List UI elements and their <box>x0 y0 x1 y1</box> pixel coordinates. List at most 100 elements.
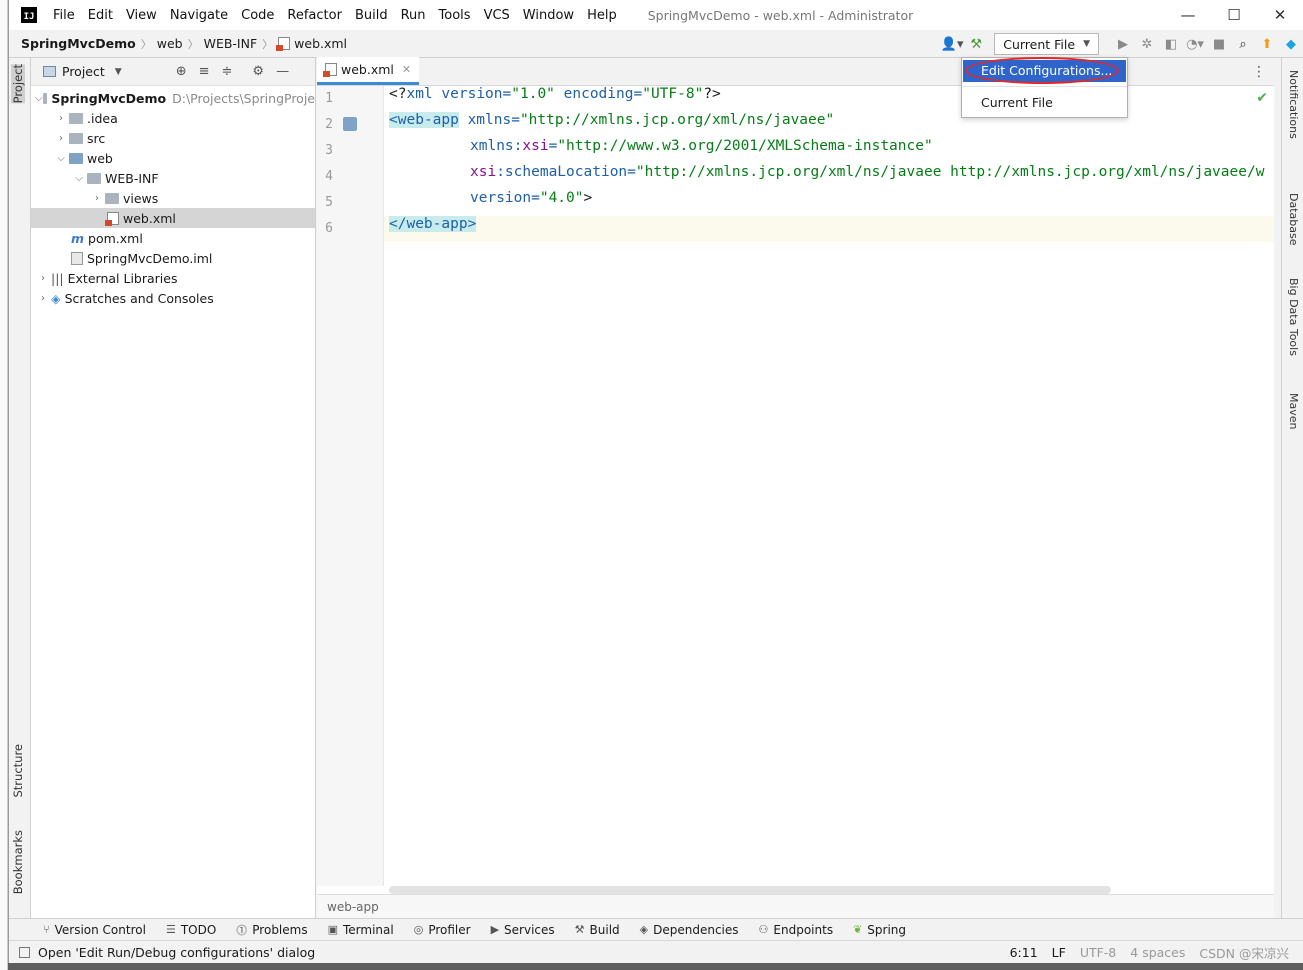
chevron-right-icon[interactable]: › <box>89 193 105 204</box>
jetbrains-icon[interactable]: ◆ <box>1279 32 1303 56</box>
tab-bookmarks[interactable]: Bookmarks <box>11 830 25 894</box>
maximize-button[interactable]: ☐ <box>1211 0 1257 30</box>
menu-file[interactable]: File <box>53 8 75 23</box>
chevron-down-icon[interactable]: ⌵ <box>71 173 87 184</box>
update-icon[interactable]: ⬆ <box>1255 32 1279 56</box>
menu-tools[interactable]: Tools <box>439 8 471 23</box>
locate-icon[interactable]: ⊕ <box>176 64 187 79</box>
tree-item-web[interactable]: ⌵ web <box>31 148 315 168</box>
tab-database[interactable]: Database <box>1287 193 1300 246</box>
xml-file-icon <box>276 37 291 51</box>
tree-item-label: pom.xml <box>88 230 143 246</box>
line-separator[interactable]: LF <box>1052 945 1066 960</box>
tool-terminal[interactable]: ▣ Terminal <box>328 923 394 937</box>
tree-item-views[interactable]: › views <box>31 188 315 208</box>
search-icon[interactable]: ⌕ <box>1231 32 1255 56</box>
editor-tabs: web.xml ✕ <box>317 57 1274 86</box>
tab-maven[interactable]: Maven <box>1287 393 1300 429</box>
tree-item-iml[interactable]: SpringMvcDemo.iml <box>31 248 315 268</box>
tree-item-pom[interactable]: m pom.xml <box>31 228 315 248</box>
menu-navigate[interactable]: Navigate <box>170 8 228 23</box>
expand-all-icon[interactable]: ≡ <box>199 64 210 79</box>
tool-dependencies[interactable]: ◈ Dependencies <box>640 923 739 937</box>
tab-structure[interactable]: Structure <box>11 744 25 798</box>
tree-item-web-xml[interactable]: web.xml <box>31 208 315 228</box>
run-config-label: Current File <box>1003 36 1076 52</box>
tree-item-label: External Libraries <box>67 270 178 286</box>
tool-build[interactable]: ⚒ Build <box>575 923 620 937</box>
tab-notifications[interactable]: Notifications <box>1287 70 1300 139</box>
tree-item-external-libraries[interactable]: › ||| External Libraries <box>31 268 315 288</box>
tab-web-xml[interactable]: web.xml ✕ <box>317 57 420 85</box>
project-panel-title[interactable]: Project <box>62 64 105 79</box>
web-deployment-gutter-icon[interactable] <box>343 117 357 131</box>
editor-breadcrumb[interactable]: web-app <box>317 894 1274 918</box>
chevron-down-icon[interactable]: ▼ <box>115 67 122 77</box>
hammer-icon[interactable]: ⚒ <box>964 32 988 56</box>
background-window-edge <box>0 0 8 970</box>
tree-item-label: web.xml <box>123 210 176 226</box>
folder-icon <box>42 92 48 104</box>
menu-code[interactable]: Code <box>241 8 274 23</box>
tool-services[interactable]: ▶ Services <box>491 923 555 937</box>
hide-icon[interactable]: — <box>276 64 289 79</box>
menu-edit[interactable]: Edit <box>88 8 113 23</box>
breadcrumb-web-inf[interactable]: WEB-INF <box>204 36 258 51</box>
chevron-down-icon[interactable]: ⌵ <box>35 93 43 104</box>
menu-refactor[interactable]: Refactor <box>287 8 342 23</box>
tool-todo[interactable]: ☰ TODO <box>166 923 216 937</box>
tree-item-scratches[interactable]: › ◈ Scratches and Consoles <box>31 288 315 308</box>
menu-vcs[interactable]: VCS <box>484 8 510 23</box>
file-encoding[interactable]: UTF-8 <box>1080 945 1116 960</box>
menu-window[interactable]: Window <box>523 8 574 23</box>
close-button[interactable]: ✕ <box>1257 0 1303 30</box>
chevron-right-icon[interactable]: › <box>35 273 51 284</box>
debug-icon[interactable]: ✲ <box>1135 32 1159 56</box>
tool-profiler[interactable]: ◎ Profiler <box>414 923 471 937</box>
breadcrumb-project[interactable]: SpringMvcDemo <box>21 36 136 51</box>
current-file-item[interactable]: Current File <box>963 92 1126 114</box>
menu-view[interactable]: View <box>126 8 157 23</box>
menu-build[interactable]: Build <box>355 8 388 23</box>
tree-item-project-root[interactable]: ⌵ SpringMvcDemo D:\Projects\SpringProje <box>31 88 315 108</box>
collapse-all-icon[interactable]: ≑ <box>222 64 233 79</box>
tool-endpoints[interactable]: ⚇ Endpoints <box>759 923 834 937</box>
close-icon[interactable]: ✕ <box>402 63 411 76</box>
edit-configurations-item[interactable]: Edit Configurations... <box>963 60 1126 82</box>
gear-icon[interactable]: ⚙ <box>252 64 264 79</box>
indent-setting[interactable]: 4 spaces <box>1130 945 1185 960</box>
tool-spring[interactable]: ❦ Spring <box>853 923 906 937</box>
stop-icon[interactable]: ■ <box>1207 32 1231 56</box>
more-options-icon[interactable]: ⋮ <box>1252 64 1266 80</box>
tool-version-control[interactable]: ⑂ Version Control <box>43 923 146 937</box>
maven-file-icon: m <box>71 230 85 246</box>
tool-problems[interactable]: ⓵ Problems <box>236 922 307 938</box>
tool-windows-toggle-icon[interactable] <box>19 946 30 958</box>
list-icon: ☰ <box>165 923 176 936</box>
line-number: 1 <box>325 91 333 106</box>
chevron-right-icon[interactable]: › <box>53 113 69 124</box>
breadcrumb-web[interactable]: web <box>157 36 183 51</box>
tree-item-idea[interactable]: › .idea <box>31 108 315 128</box>
tree-item-src[interactable]: › src <box>31 128 315 148</box>
minimize-button[interactable]: — <box>1165 0 1211 30</box>
inspection-ok-icon[interactable]: ✔ <box>1256 90 1268 106</box>
user-icon[interactable]: 👤▾ <box>940 32 964 56</box>
breadcrumb-file[interactable]: web.xml <box>294 36 347 51</box>
chevron-right-icon[interactable]: › <box>53 133 69 144</box>
coverage-icon[interactable]: ◧ <box>1159 32 1183 56</box>
chevron-right-icon[interactable]: › <box>35 293 51 304</box>
chevron-down-icon[interactable]: ⌵ <box>53 153 69 164</box>
menu-run[interactable]: Run <box>401 8 426 23</box>
status-bar: Open 'Edit Run/Debug configurations' dia… <box>9 940 1303 963</box>
caret-position[interactable]: 6:11 <box>1010 945 1038 960</box>
tree-item-web-inf[interactable]: ⌵ WEB-INF <box>31 168 315 188</box>
horizontal-scrollbar[interactable] <box>389 886 1111 894</box>
tab-big-data-tools[interactable]: Big Data Tools <box>1287 278 1300 356</box>
menu-help[interactable]: Help <box>587 8 617 23</box>
run-config-selector[interactable]: Current File ▼ <box>994 33 1099 55</box>
tab-project[interactable]: Project <box>11 64 25 104</box>
chevron-down-icon: ▼ <box>1083 39 1090 49</box>
run-icon[interactable]: ▶ <box>1111 32 1135 56</box>
profile-icon[interactable]: ◔▾ <box>1183 32 1207 56</box>
